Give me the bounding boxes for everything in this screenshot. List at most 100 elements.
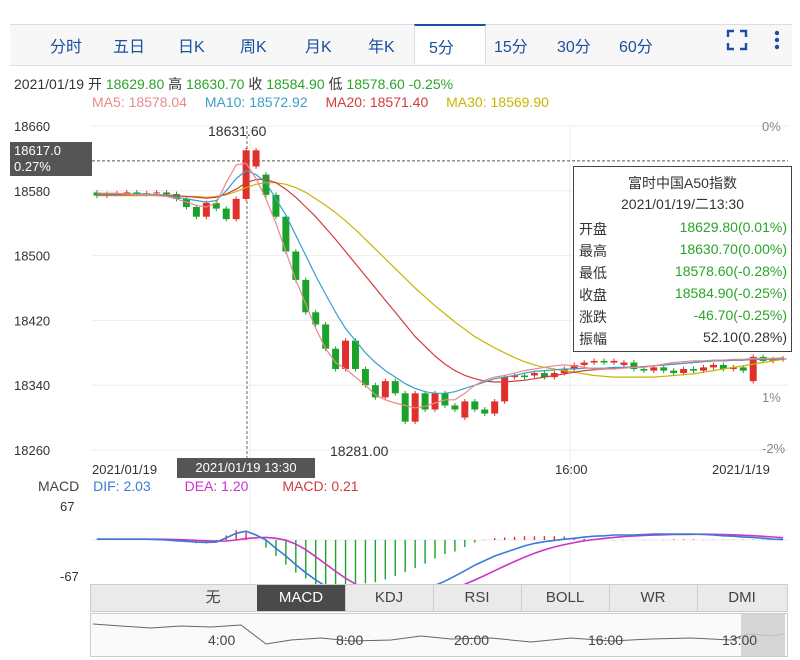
candle-body: [620, 362, 628, 365]
macd-legend: MACD DIF: 2.03 DEA: 1.20 MACD: 0.21: [38, 478, 359, 494]
candle-body: [202, 202, 210, 217]
nav-label: 8:00: [336, 632, 364, 648]
candle-body: [232, 198, 240, 220]
candle-body: [650, 367, 658, 371]
crosshair-pct: 0.27%: [14, 159, 51, 174]
quote-high-label: 高: [168, 76, 183, 92]
candle-body: [481, 409, 489, 414]
x-tick-label: 2021/1/19: [712, 462, 770, 477]
pct-tick-label: 1%: [762, 390, 781, 405]
indicator-none[interactable]: 无: [169, 585, 258, 611]
tooltip-label: 最高: [579, 243, 607, 259]
crosshair-price-label: 18617.0 0.27%: [10, 142, 92, 176]
ma5-legend: MA5: 18578.04: [92, 94, 187, 110]
tab-monthly-k[interactable]: 月K: [305, 33, 332, 57]
candle-body: [252, 150, 260, 167]
tooltip-title: 富时中国A50指数: [628, 175, 737, 191]
candle-body: [262, 174, 270, 195]
tab-intraday[interactable]: 分时: [50, 33, 82, 57]
candle-body: [342, 340, 350, 369]
low-annotation: 18281.00: [330, 443, 389, 459]
high-annotation: 18631.60: [208, 123, 267, 139]
candle-body: [242, 150, 250, 199]
quote-close-label: 收: [248, 76, 263, 92]
dif-legend: DIF: 2.03: [93, 478, 151, 494]
candle-body: [401, 393, 409, 422]
crosshair-time-label: 2021/01/19 13:30: [177, 458, 315, 478]
tab-30min[interactable]: 30分: [557, 33, 591, 57]
x-tick-label: 2021/01/19: [92, 462, 157, 477]
quote-open-label: 开: [87, 76, 102, 92]
candle-body: [739, 367, 747, 371]
tooltip-row: 最高 18630.70(0.00%): [579, 241, 787, 261]
tab-weekly-k[interactable]: 周K: [240, 33, 267, 57]
tooltip-value: 18584.90(-0.25%): [674, 285, 787, 301]
ma10-legend: MA10: 18572.92: [204, 94, 308, 110]
quote-line: 2021/01/19 开 18629.80 高 18630.70 收 18584…: [14, 74, 453, 94]
indicator-tab-bar: 无 MACD KDJ RSI BOLL WR DMI: [90, 584, 788, 612]
tooltip-value: -46.70(-0.25%): [693, 307, 787, 323]
candle-body: [302, 279, 310, 313]
ma20-legend: MA20: 18571.40: [325, 94, 429, 110]
y-tick-label: 18580: [14, 184, 50, 199]
candle-body: [709, 364, 717, 368]
nav-label: 16:00: [588, 632, 624, 648]
candle-tooltip: 富时中国A50指数 2021/01/19/二13:30 开盘 18629.80(…: [573, 166, 792, 352]
tooltip-row: 涨跌 -46.70(-0.25%): [579, 307, 787, 327]
tab-daily-k[interactable]: 日K: [178, 33, 205, 57]
indicator-dmi[interactable]: DMI: [697, 585, 787, 611]
tab-15min[interactable]: 15分: [494, 33, 528, 57]
indicator-macd[interactable]: MACD: [257, 585, 346, 611]
tab-5min[interactable]: 5分: [414, 24, 486, 64]
candle-body: [501, 377, 509, 402]
tab-60min[interactable]: 60分: [619, 33, 653, 57]
y-tick-label: 18260: [14, 443, 50, 458]
tab-yearly-k[interactable]: 年K: [368, 33, 395, 57]
tab-five-day[interactable]: 五日: [113, 33, 145, 57]
y-tick-label: 18500: [14, 249, 50, 264]
candle-body: [192, 207, 200, 217]
candle-body: [660, 367, 668, 371]
time-navigator[interactable]: [90, 613, 788, 657]
indicator-kdj[interactable]: KDJ: [345, 585, 434, 611]
candle-body: [700, 367, 707, 371]
candle-body: [381, 381, 389, 398]
candle-body: [451, 405, 459, 410]
more-icon[interactable]: [772, 29, 782, 57]
candle-body: [530, 373, 538, 376]
pct-tick-label: 0%: [762, 119, 781, 134]
fullscreen-icon[interactable]: [726, 29, 748, 57]
candle-body: [461, 401, 469, 418]
macd-value-legend: MACD: 0.21: [282, 478, 359, 494]
ma30-legend: MA30: 18569.90: [446, 94, 549, 110]
indicator-boll[interactable]: BOLL: [521, 585, 610, 611]
tooltip-value: 18629.80(0.01%): [679, 219, 787, 235]
quote-low: 18578.60: [346, 76, 405, 92]
indicator-rsi[interactable]: RSI: [433, 585, 522, 611]
candle-body: [292, 251, 300, 280]
period-tab-bar: 分时 五日 日K 周K 月K 年K 5分 15分 30分 60分: [10, 24, 792, 66]
x-tick-label: 16:00: [555, 462, 588, 477]
y-tick-label: 18420: [14, 313, 50, 328]
tooltip-label: 开盘: [579, 221, 607, 237]
tooltip-row: 振幅 52.10(0.28%): [579, 329, 787, 349]
quote-low-label: 低: [328, 76, 343, 92]
nav-label: 13:00: [722, 632, 758, 648]
quote-date: 2021/01/19: [14, 76, 85, 92]
quote-high: 18630.70: [186, 76, 245, 92]
tooltip-label: 收盘: [579, 287, 607, 303]
macd-legend-title: MACD: [38, 478, 80, 494]
dea-legend: DEA: 1.20: [184, 478, 249, 494]
candle-body: [580, 362, 588, 365]
macd-tick-label: 67: [60, 499, 74, 514]
tooltip-value: 52.10(0.28%): [702, 329, 787, 345]
macd-tick-label: -67: [60, 569, 79, 584]
dif-line: [97, 530, 784, 585]
candle-body: [610, 360, 618, 363]
tooltip-row: 开盘 18629.80(0.01%): [579, 219, 787, 239]
candle-body: [680, 369, 688, 374]
indicator-wr[interactable]: WR: [609, 585, 698, 611]
candle-body: [640, 369, 648, 371]
candle-body: [391, 381, 399, 394]
pct-tick-label: -2%: [762, 441, 786, 456]
